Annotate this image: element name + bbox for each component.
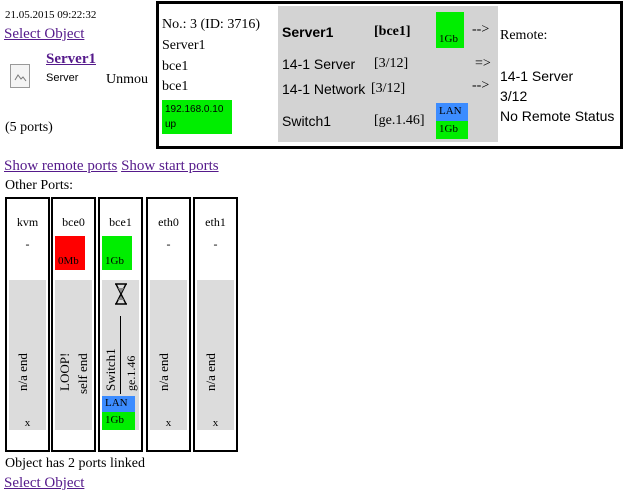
show-remote-ports-link[interactable]: Show remote ports [4, 158, 117, 174]
popup-speed-box: 1Gb [436, 12, 464, 48]
port-link-text: n/a end [15, 353, 30, 391]
popup-remote-port: 3/12 [500, 88, 528, 104]
popup-row2-name: 14-1 Server [282, 56, 356, 72]
popup-lan-box: LAN 1Gb [436, 103, 468, 139]
port-link-text: LOOP! [57, 352, 72, 391]
port-remove-x[interactable]: x [195, 417, 236, 429]
port-link-switch: Switch1 [103, 348, 118, 391]
port-speed-box: 0Mb [55, 236, 85, 270]
popup-remote-status: No Remote Status [500, 108, 615, 124]
popup-port2: bce1 [162, 79, 189, 94]
popup-port: [bce1] [374, 24, 411, 39]
show-start-ports-link[interactable]: Show start ports [121, 158, 219, 174]
popup-object: Server1 [162, 38, 206, 53]
popup-number-id: No.: 3 (ID: 3716) [162, 17, 260, 32]
link-info-popup: No.: 3 (ID: 3716) Server1 bce1 bce1 192.… [156, 1, 623, 149]
port-lan-box: LAN 1Gb [102, 396, 135, 430]
port-lan-speed: 1Gb [105, 414, 124, 426]
port-link-port: ge.1.46 [124, 355, 138, 391]
port-status: - [166, 237, 171, 251]
port-link-text: n/a end [203, 353, 218, 391]
popup-row3-val: [3/12] [371, 81, 406, 96]
popup-switch-port: [ge.1.46] [374, 113, 425, 128]
port-name: bce0 [62, 215, 85, 229]
popup-ip-box: 192.168.0.10 up [162, 100, 232, 134]
port-name: eth1 [205, 215, 226, 229]
port-remove-x[interactable]: x [7, 417, 48, 429]
popup-lan-speed: 1Gb [439, 123, 458, 135]
popup-row3-name: 14-1 Network [282, 81, 366, 97]
popup-arrow2: => [475, 56, 491, 71]
port-speed: 0Mb [58, 255, 79, 267]
port-status: - [25, 237, 30, 251]
port-column-kvm[interactable]: kvm - n/a end x [5, 197, 50, 452]
popup-server: Server1 [282, 24, 334, 40]
popup-lan: LAN [439, 105, 462, 117]
popup-arrow1: --> [472, 22, 490, 37]
popup-state: up [165, 119, 177, 130]
popup-remote-name: 14-1 Server [500, 68, 574, 84]
port-speed-box: 1Gb [102, 236, 132, 270]
port-remove-x[interactable]: x [148, 417, 189, 429]
other-ports-label: Other Ports: [5, 178, 74, 193]
object-type: Server [46, 72, 79, 84]
popup-arrow3: --> [472, 78, 490, 93]
linked-ports-text: Object has 2 ports linked [5, 456, 145, 471]
port-lan: LAN [105, 397, 128, 409]
object-truncated-text: Unmou [106, 72, 148, 87]
datetime: 21.05.2015 09:22:32 [5, 9, 97, 21]
port-column-bce1[interactable]: bce1 1Gb Switch1 ge.1.46 LAN 1Gb [98, 197, 143, 452]
popup-ip: 192.168.0.10 [165, 104, 224, 115]
port-name: kvm [16, 215, 39, 229]
select-object-link-bottom[interactable]: Select Object [4, 475, 84, 492]
port-name: bce1 [109, 215, 132, 229]
popup-row2-val: [3/12] [374, 56, 409, 71]
object-name-link[interactable]: Server1 [46, 51, 96, 68]
hourglass-icon [114, 283, 128, 305]
port-speed: 1Gb [105, 255, 124, 267]
port-link-subtext: self end [75, 353, 90, 394]
document-icon [10, 64, 30, 88]
port-name: eth0 [158, 215, 179, 229]
port-status: - [213, 237, 218, 251]
port-column-eth1[interactable]: eth1 - n/a end x [193, 197, 238, 452]
popup-switch: Switch1 [282, 113, 332, 129]
ports-count: (5 ports) [5, 120, 53, 135]
select-object-link[interactable]: Select Object [4, 26, 84, 43]
popup-port1: bce1 [162, 59, 189, 74]
port-column-eth0[interactable]: eth0 - n/a end x [146, 197, 191, 452]
port-column-bce0[interactable]: bce0 0Mb LOOP! self end [51, 197, 96, 452]
link-line [120, 316, 121, 394]
popup-speed: 1Gb [439, 33, 458, 45]
popup-remote-label: Remote: [500, 28, 548, 43]
port-link-text: n/a end [156, 353, 171, 391]
